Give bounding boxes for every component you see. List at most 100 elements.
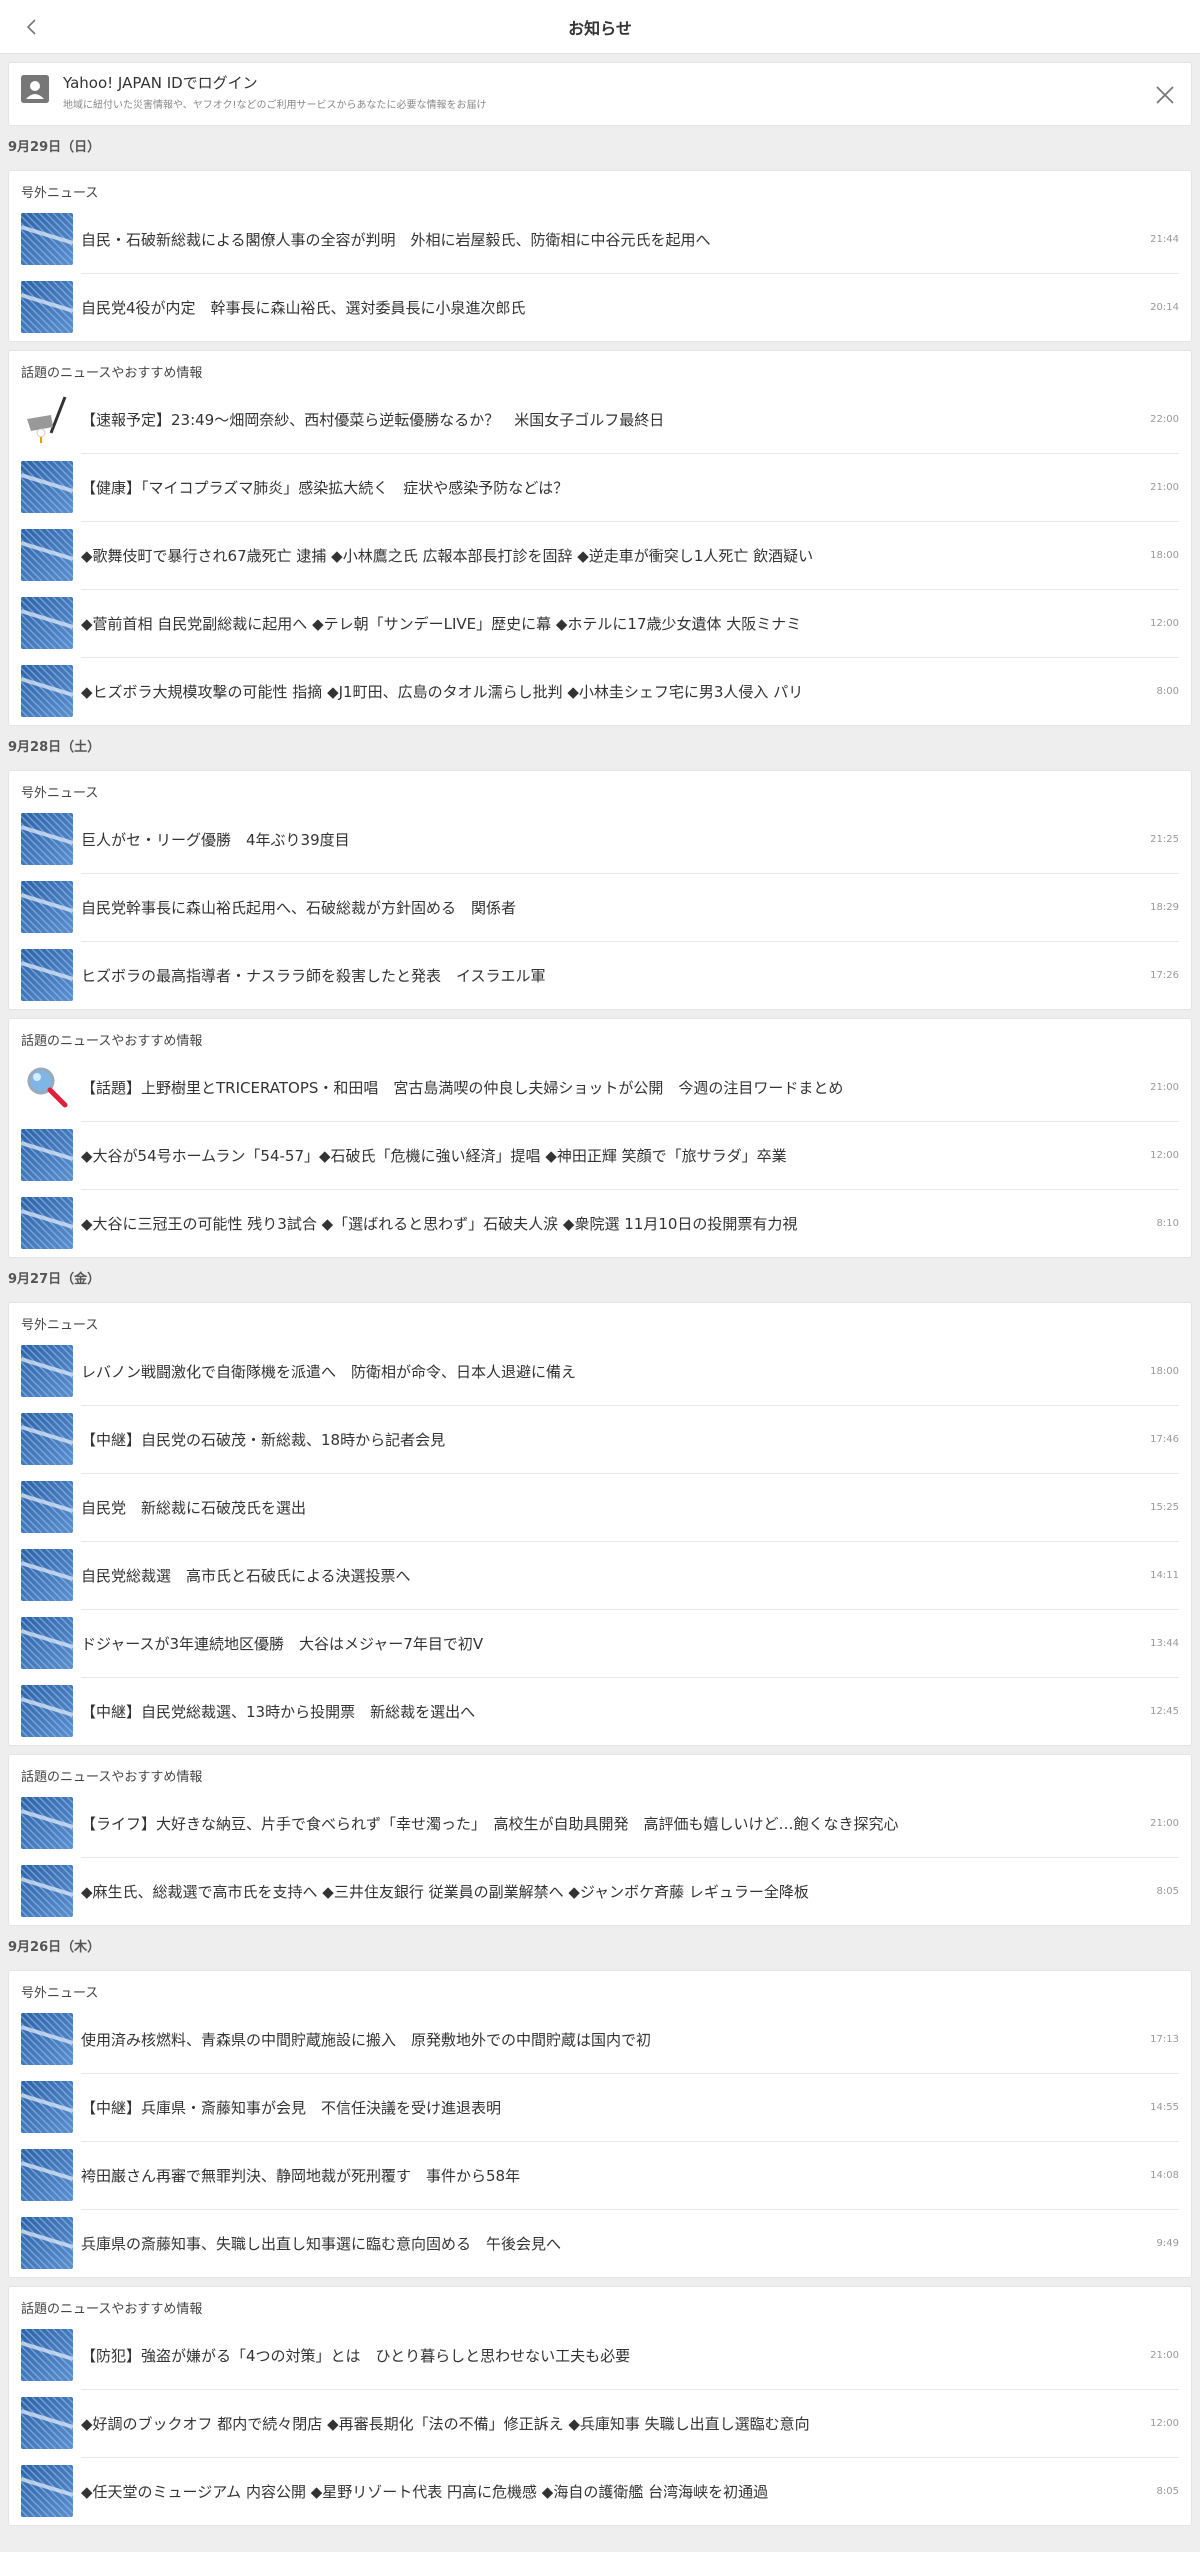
back-button[interactable] (16, 11, 48, 43)
news-time: 21:00 (1150, 1817, 1179, 1829)
news-item[interactable]: 【ライフ】大好きな納豆、片手で食べられず「幸せ濁った」 高校生が自助具開発 高評… (9, 1789, 1191, 1857)
news-title[interactable]: 【ライフ】大好きな納豆、片手で食べられず「幸せ濁った」 高校生が自助具開発 高評… (81, 1813, 1150, 1834)
news-item[interactable]: 自民・石破新総裁による閣僚人事の全容が判明 外相に岩屋毅氏、防衛相に中谷元氏を起… (9, 205, 1191, 273)
news-item[interactable]: 袴田巌さん再審で無罪判決、静岡地裁が死刑覆す 事件から58年 14:08 (9, 2141, 1191, 2209)
notification-card: 話題のニュースやおすすめ情報【話題】上野樹里とTRICERATOPS・和田唱 宮… (8, 1018, 1192, 1258)
date-header: 9月28日（土） (8, 740, 101, 755)
news-item[interactable]: レバノン戦闘激化で自衛隊機を派遣へ 防衛相が命令、日本人退避に備え 18:00 (9, 1337, 1191, 1405)
news-title[interactable]: ◆菅前首相 自民党副総裁に起用へ ◆テレ朝「サンデーLIVE」歴史に幕 ◆ホテル… (81, 613, 1150, 634)
news-item[interactable]: ◆歌舞伎町で暴行され67歳死亡 逮捕 ◆小林鷹之氏 広報本部長打診を固辞 ◆逆走… (9, 521, 1191, 589)
news-title[interactable]: 自民・石破新総裁による閣僚人事の全容が判明 外相に岩屋毅氏、防衛相に中谷元氏を起… (81, 229, 1150, 250)
notification-feed: 9月29日（日） 号外ニュース 自民・石破新総裁による閣僚人事の全容が判明 外相に岩… (0, 126, 1200, 2526)
news-title[interactable]: ◆大谷が54号ホームラン「54-57」◆石破氏「危機に強い経済」提唱 ◆神田正輝… (81, 1145, 1150, 1166)
news-item[interactable]: ドジャースが3年連続地区優勝 大谷はメジャー7年目で初V 13:44 (9, 1609, 1191, 1677)
notification-card: 話題のニュースやおすすめ情報 【防犯】強盗が嫌がる「4つの対策」とは ひとり暮らし… (8, 2286, 1192, 2526)
news-item[interactable]: 巨人がセ・リーグ優勝 4年ぶり39度目 21:25 (9, 805, 1191, 873)
news-title[interactable]: ◆大谷に三冠王の可能性 残り3試合 ◆「選ばれると思わず」石破夫人涙 ◆衆院選 … (81, 1213, 1157, 1234)
news-title[interactable]: 【中継】自民党の石破茂・新総裁、18時から記者会見 (81, 1429, 1150, 1450)
news-title[interactable]: 自民党幹事長に森山裕氏起用へ、石破総裁が方針固める 関係者 (81, 897, 1150, 918)
news-item[interactable]: 【中継】兵庫県・斎藤知事が会見 不信任決議を受け進退表明 14:55 (9, 2073, 1191, 2141)
news-title[interactable]: 自民党 新総裁に石破茂氏を選出 (81, 1497, 1150, 1518)
news-item[interactable]: 【中継】自民党の石破茂・新総裁、18時から記者会見 17:46 (9, 1405, 1191, 1473)
news-item[interactable]: ◆菅前首相 自民党副総裁に起用へ ◆テレ朝「サンデーLIVE」歴史に幕 ◆ホテル… (9, 589, 1191, 657)
news-item[interactable]: ◆麻生氏、総裁選で高市氏を支持へ ◆三井住友銀行 従業員の副業解禁へ ◆ジャンボ… (9, 1857, 1191, 1925)
notification-card: 話題のニュースやおすすめ情報 【速報予定】23:49～畑岡奈紗、西村優菜ら逆転優勝… (8, 350, 1192, 726)
news-time: 12:00 (1150, 1149, 1179, 1161)
news-time: 12:45 (1150, 1705, 1179, 1717)
news-title[interactable]: 【話題】上野樹里とTRICERATOPS・和田唱 宮古島満喫の仲良し夫婦ショット… (81, 1077, 1150, 1098)
news-time: 12:00 (1150, 2417, 1179, 2429)
news-title[interactable]: 【健康】「マイコプラズマ肺炎」感染拡大続く 症状や感染予防などは？ (81, 477, 1150, 498)
news-item[interactable]: 兵庫県の斎藤知事、失職し出直し知事選に臨む意向固める 午後会見へ 9:49 (9, 2209, 1191, 2277)
news-title[interactable]: ◆歌舞伎町で暴行され67歳死亡 逮捕 ◆小林鷹之氏 広報本部長打診を固辞 ◆逆走… (81, 545, 1150, 566)
news-item[interactable]: 【健康】「マイコプラズマ肺炎」感染拡大続く 症状や感染予防などは？ 21:00 (9, 453, 1191, 521)
news-time: 14:55 (1150, 2101, 1179, 2113)
chevron-left-icon (26, 19, 36, 35)
news-time: 14:08 (1150, 2169, 1179, 2181)
news-title[interactable]: レバノン戦闘激化で自衛隊機を派遣へ 防衛相が命令、日本人退避に備え (81, 1361, 1150, 1382)
news-item[interactable]: 【防犯】強盗が嫌がる「4つの対策」とは ひとり暮らしと思わせない工夫も必要 21:… (9, 2321, 1191, 2389)
news-thumbnail (21, 665, 73, 717)
news-time: 15:25 (1150, 1501, 1179, 1513)
news-item[interactable]: 【速報予定】23:49～畑岡奈紗、西村優菜ら逆転優勝なるか？ 米国女子ゴルフ最終… (9, 385, 1191, 453)
login-title[interactable]: Yahoo! JAPAN IDでログイン (63, 73, 487, 93)
magnifier-icon (21, 1061, 73, 1113)
news-time: 18:29 (1150, 901, 1179, 913)
news-item[interactable]: 使用済み核燃料、青森県の中間貯蔵施設に搬入 原発敷地外での中間貯蔵は国内で初 17… (9, 2005, 1191, 2073)
notification-card: 号外ニュース 巨人がセ・リーグ優勝 4年ぶり39度目 21:25 自民党幹事長に森山裕… (8, 770, 1192, 1010)
news-title[interactable]: 【中継】兵庫県・斎藤知事が会見 不信任決議を受け進退表明 (81, 2097, 1150, 2118)
news-title[interactable]: 自民党4役が内定 幹事長に森山裕氏、選対委員長に小泉進次郎氏 (81, 297, 1150, 318)
date-header: 9月26日（木） (8, 1940, 101, 1955)
top-bar: お知らせ (0, 0, 1200, 54)
news-title[interactable]: 【速報予定】23:49～畑岡奈紗、西村優菜ら逆転優勝なるか？ 米国女子ゴルフ最終… (81, 409, 1150, 430)
section-label: 号外ニュース (21, 1986, 99, 2001)
news-item[interactable]: ◆ヒズボラ大規模攻撃の可能性 指摘 ◆J1町田、広島のタオル濡らし批判 ◆小林圭… (9, 657, 1191, 725)
news-title[interactable]: 【中継】自民党総裁選、13時から投開票 新総裁を選出へ (81, 1701, 1150, 1722)
news-time: 8:00 (1156, 685, 1179, 697)
notification-card: 号外ニュース使用済み核燃料、青森県の中間貯蔵施設に搬入 原発敷地外での中間貯蔵は… (8, 1970, 1192, 2278)
close-icon (1156, 86, 1174, 104)
news-time: 21:25 (1150, 833, 1179, 845)
news-title[interactable]: ヒズボラの最高指導者・ナスララ師を殺害したと発表 イスラエル軍 (81, 965, 1150, 986)
news-thumbnail (21, 461, 73, 513)
news-item[interactable]: ヒズボラの最高指導者・ナスララ師を殺害したと発表 イスラエル軍 17:26 (9, 941, 1191, 1009)
section-label: 話題のニュースやおすすめ情報 (21, 1034, 203, 1049)
news-title[interactable]: 兵庫県の斎藤知事、失職し出直し知事選に臨む意向固める 午後会見へ (81, 2233, 1157, 2254)
news-item[interactable]: 【中継】自民党総裁選、13時から投開票 新総裁を選出へ 12:45 (9, 1677, 1191, 1745)
login-subtitle: 地域に紐付いた災害情報や、ヤフオク!などのご利用サービスからあなたに必要な情報を… (63, 100, 487, 111)
news-item[interactable]: 自民党4役が内定 幹事長に森山裕氏、選対委員長に小泉進次郎氏 20:14 (9, 273, 1191, 341)
news-item[interactable]: 自民党総裁選 高市氏と石破氏による決選投票へ 14:11 (9, 1541, 1191, 1609)
news-thumbnail (21, 1129, 73, 1181)
section-label: 話題のニュースやおすすめ情報 (21, 1770, 203, 1785)
news-title[interactable]: ドジャースが3年連続地区優勝 大谷はメジャー7年目で初V (81, 1633, 1150, 1654)
news-title[interactable]: ◆ヒズボラ大規模攻撃の可能性 指摘 ◆J1町田、広島のタオル濡らし批判 ◆小林圭… (81, 681, 1157, 702)
news-time: 12:00 (1150, 617, 1179, 629)
news-thumbnail (21, 1413, 73, 1465)
news-thumbnail (21, 529, 73, 581)
news-item[interactable]: ◆任天堂のミュージアム 内容公開 ◆星野リゾート代表 円高に危機感 ◆海自の護衛… (9, 2457, 1191, 2525)
news-thumbnail (21, 2081, 73, 2133)
login-close-button[interactable] (1151, 81, 1179, 109)
news-title[interactable]: 使用済み核燃料、青森県の中間貯蔵施設に搬入 原発敷地外での中間貯蔵は国内で初 (81, 2029, 1150, 2050)
golf-club-icon (21, 393, 73, 445)
news-time: 8:05 (1156, 1885, 1179, 1897)
news-title[interactable]: ◆好調のブックオフ 都内で続々閉店 ◆再審長期化「法の不備」修正訴え ◆兵庫知事… (81, 2413, 1150, 2434)
login-banner[interactable]: Yahoo! JAPAN IDでログイン 地域に紐付いた災害情報や、ヤフオク!な… (8, 62, 1192, 126)
news-title[interactable]: 【防犯】強盗が嫌がる「4つの対策」とは ひとり暮らしと思わせない工夫も必要 (81, 2345, 1150, 2366)
news-time: 14:11 (1150, 1569, 1179, 1581)
news-item[interactable]: 自民党 新総裁に石破茂氏を選出 15:25 (9, 1473, 1191, 1541)
news-thumbnail (21, 813, 73, 865)
news-title[interactable]: 袴田巌さん再審で無罪判決、静岡地裁が死刑覆す 事件から58年 (81, 2165, 1150, 2186)
news-title[interactable]: ◆麻生氏、総裁選で高市氏を支持へ ◆三井住友銀行 従業員の副業解禁へ ◆ジャンボ… (81, 1881, 1157, 1902)
news-item[interactable]: 自民党幹事長に森山裕氏起用へ、石破総裁が方針固める 関係者 18:29 (9, 873, 1191, 941)
news-item[interactable]: ◆好調のブックオフ 都内で続々閉店 ◆再審長期化「法の不備」修正訴え ◆兵庫知事… (9, 2389, 1191, 2457)
news-time: 17:46 (1150, 1433, 1179, 1445)
news-title[interactable]: 自民党総裁選 高市氏と石破氏による決選投票へ (81, 1565, 1150, 1586)
news-title[interactable]: 巨人がセ・リーグ優勝 4年ぶり39度目 (81, 829, 1150, 850)
news-thumbnail (21, 1549, 73, 1601)
user-icon (21, 75, 49, 103)
news-item[interactable]: ◆大谷が54号ホームラン「54-57」◆石破氏「危機に強い経済」提唱 ◆神田正輝… (9, 1121, 1191, 1189)
news-title[interactable]: ◆任天堂のミュージアム 内容公開 ◆星野リゾート代表 円高に危機感 ◆海自の護衛… (81, 2481, 1157, 2502)
news-item[interactable]: 【話題】上野樹里とTRICERATOPS・和田唱 宮古島満喫の仲良し夫婦ショット… (9, 1053, 1191, 1121)
news-item[interactable]: ◆大谷に三冠王の可能性 残り3試合 ◆「選ばれると思わず」石破夫人涙 ◆衆院選 … (9, 1189, 1191, 1257)
